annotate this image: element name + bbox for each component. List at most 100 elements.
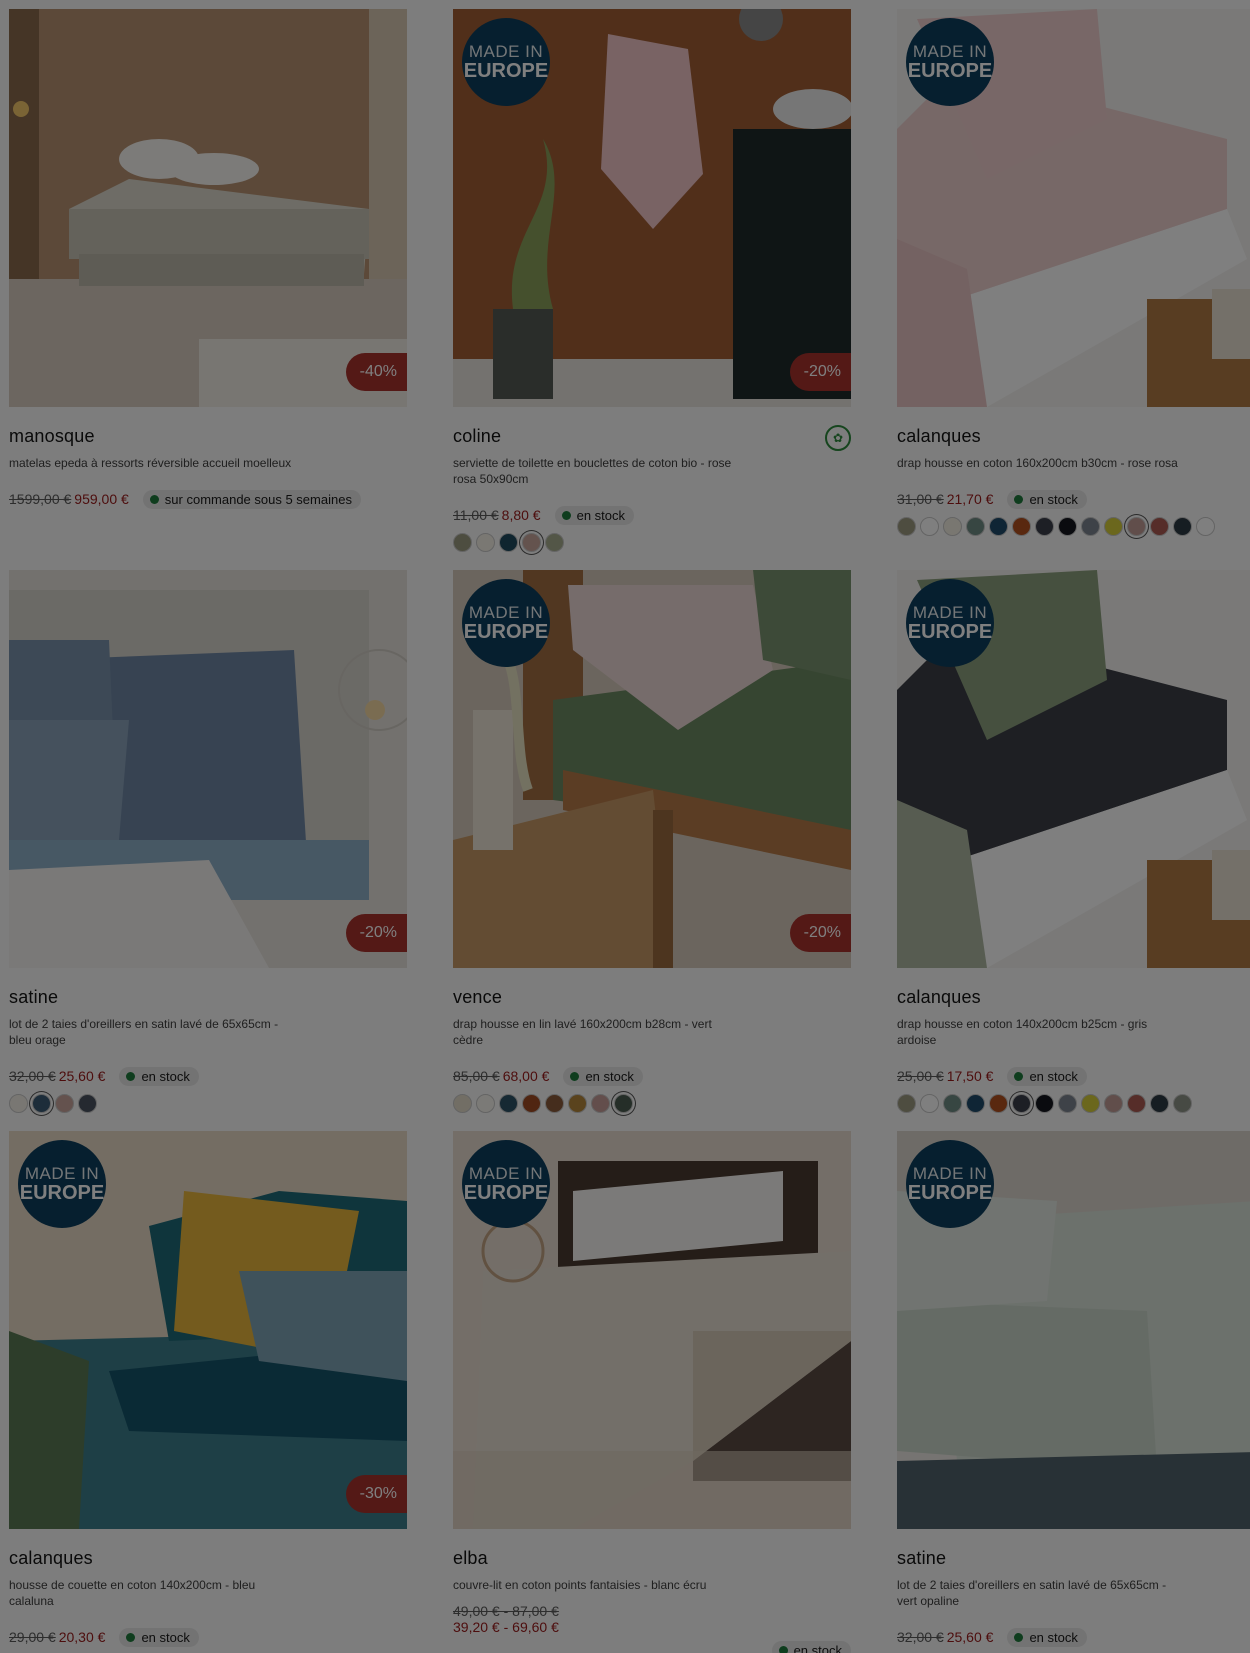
color-swatch[interactable] (1058, 517, 1077, 536)
color-swatch[interactable] (1012, 517, 1031, 536)
product-image[interactable]: MADE IN EUROPE (897, 570, 1250, 968)
product-card[interactable]: -20% satine lot de 2 taies d'oreillers e… (9, 570, 407, 1113)
product-name[interactable]: calanques (9, 1548, 407, 1569)
product-description: lot de 2 taies d'oreillers en satin lavé… (897, 1578, 1167, 1608)
color-swatch[interactable] (1104, 517, 1123, 536)
stock-dot-icon (561, 510, 571, 520)
product-name[interactable]: manosque (9, 426, 407, 447)
color-swatch[interactable] (522, 1094, 541, 1113)
old-price: 49,00 € - 87,00 € (453, 1603, 559, 1619)
color-swatch[interactable] (614, 1094, 633, 1113)
color-swatch[interactable] (545, 1094, 564, 1113)
old-price: 1599,00 € (9, 491, 72, 507)
product-name[interactable]: elba (453, 1548, 851, 1569)
organic-cotton-icon: ✿ (825, 425, 851, 451)
product-image[interactable]: MADE IN EUROPE -30% (9, 1131, 407, 1529)
product-name[interactable]: satine (9, 987, 407, 1008)
stock-dot-icon (149, 494, 159, 504)
product-name[interactable]: calanques (897, 987, 1250, 1008)
color-swatch[interactable] (32, 1094, 51, 1113)
product-image[interactable]: MADE IN EUROPE -20% (453, 9, 851, 407)
product-card[interactable]: MADE IN EUROPE calanques drap housse en c… (897, 570, 1250, 1113)
color-swatch[interactable] (1173, 1094, 1192, 1113)
color-swatches (453, 533, 851, 552)
old-price: 31,00 € (897, 491, 944, 507)
sale-price: 68,00 € (502, 1068, 550, 1084)
color-swatch[interactable] (897, 1094, 916, 1113)
color-swatches (453, 1094, 851, 1113)
product-card[interactable]: -40% manosque matelas epeda à ressorts r… (9, 9, 407, 509)
product-card[interactable]: MADE IN EUROPE -20% ✿ coline serviette de… (453, 9, 851, 552)
color-swatch[interactable] (568, 1094, 587, 1113)
price-range: 49,00 € - 87,00 € 39,20 € - 69,60 € (453, 1603, 851, 1635)
stock-status: en stock (119, 1066, 199, 1086)
product-image[interactable]: -20% (9, 570, 407, 968)
color-swatch[interactable] (545, 533, 564, 552)
color-swatch[interactable] (453, 533, 472, 552)
color-swatch[interactable] (966, 517, 985, 536)
color-swatch[interactable] (1081, 517, 1100, 536)
made-in-europe-badge: MADE IN EUROPE (906, 579, 994, 667)
color-swatch[interactable] (1127, 517, 1146, 536)
product-image[interactable]: MADE IN EUROPE -20% (453, 570, 851, 968)
product-name[interactable]: calanques (897, 426, 1250, 447)
color-swatch[interactable] (476, 533, 495, 552)
product-card[interactable]: MADE IN EUROPE -20% vence drap housse en … (453, 570, 851, 1113)
product-card[interactable]: MADE IN EUROPE satine lot de 2 taies d'or… (897, 1131, 1250, 1647)
price-row: 85,00 € 68,00 € en stock (453, 1066, 851, 1086)
color-swatch[interactable] (989, 517, 1008, 536)
color-swatch[interactable] (989, 1094, 1008, 1113)
color-swatch[interactable] (499, 1094, 518, 1113)
old-price: 85,00 € (453, 1068, 500, 1084)
old-price: 32,00 € (9, 1068, 56, 1084)
stock-status: en stock (563, 1066, 643, 1086)
stock-dot-icon (570, 1071, 580, 1081)
color-swatch[interactable] (476, 1094, 495, 1113)
discount-badge: -30% (345, 1475, 407, 1513)
color-swatch[interactable] (453, 1094, 472, 1113)
color-swatch[interactable] (920, 517, 939, 536)
product-card[interactable]: MADE IN EUROPE calanques drap housse en c… (897, 9, 1250, 536)
made-in-europe-badge: MADE IN EUROPE (462, 18, 550, 106)
color-swatch[interactable] (966, 1094, 985, 1113)
product-card[interactable]: MADE IN EUROPE -30% calanques housse de c… (9, 1131, 407, 1647)
price-row: 25,00 € 17,50 € en stock (897, 1066, 1250, 1086)
product-description: couvre-lit en coton points fantaisies - … (453, 1578, 707, 1592)
color-swatch[interactable] (522, 533, 541, 552)
product-image[interactable]: MADE IN EUROPE (897, 9, 1250, 407)
product-image[interactable]: MADE IN EUROPE (897, 1131, 1250, 1529)
color-swatch[interactable] (1150, 517, 1169, 536)
color-swatch[interactable] (1012, 1094, 1031, 1113)
color-swatch[interactable] (943, 1094, 962, 1113)
sale-price: 25,60 € (58, 1068, 106, 1084)
product-name[interactable]: coline (453, 426, 851, 447)
color-swatch[interactable] (1035, 517, 1054, 536)
product-name[interactable]: satine (897, 1548, 1250, 1569)
color-swatch[interactable] (591, 1094, 610, 1113)
product-image[interactable]: -40% (9, 9, 407, 407)
product-name[interactable]: vence (453, 987, 851, 1008)
color-swatch[interactable] (9, 1094, 28, 1113)
color-swatch[interactable] (1196, 517, 1215, 536)
color-swatch[interactable] (78, 1094, 97, 1113)
product-image[interactable]: MADE IN EUROPE (453, 1131, 851, 1529)
stock-status: en stock (1007, 1066, 1087, 1086)
color-swatch[interactable] (1173, 517, 1192, 536)
stock-dot-icon (1014, 494, 1024, 504)
color-swatch[interactable] (1150, 1094, 1169, 1113)
color-swatch[interactable] (1035, 1094, 1054, 1113)
color-swatch[interactable] (897, 517, 916, 536)
color-swatch[interactable] (1081, 1094, 1100, 1113)
color-swatch[interactable] (920, 1094, 939, 1113)
product-card[interactable]: MADE IN EUROPE elba couvre-lit en coton p… (453, 1131, 851, 1653)
color-swatch[interactable] (1058, 1094, 1077, 1113)
color-swatch[interactable] (1127, 1094, 1146, 1113)
color-swatch[interactable] (499, 533, 518, 552)
color-swatches (897, 1094, 1250, 1113)
color-swatch[interactable] (1104, 1094, 1123, 1113)
stock-dot-icon (778, 1646, 788, 1653)
color-swatch[interactable] (55, 1094, 74, 1113)
product-listing-page: -40% manosque matelas epeda à ressorts r… (0, 0, 1250, 1653)
color-swatch[interactable] (943, 517, 962, 536)
made-in-europe-badge: MADE IN EUROPE (18, 1140, 106, 1228)
